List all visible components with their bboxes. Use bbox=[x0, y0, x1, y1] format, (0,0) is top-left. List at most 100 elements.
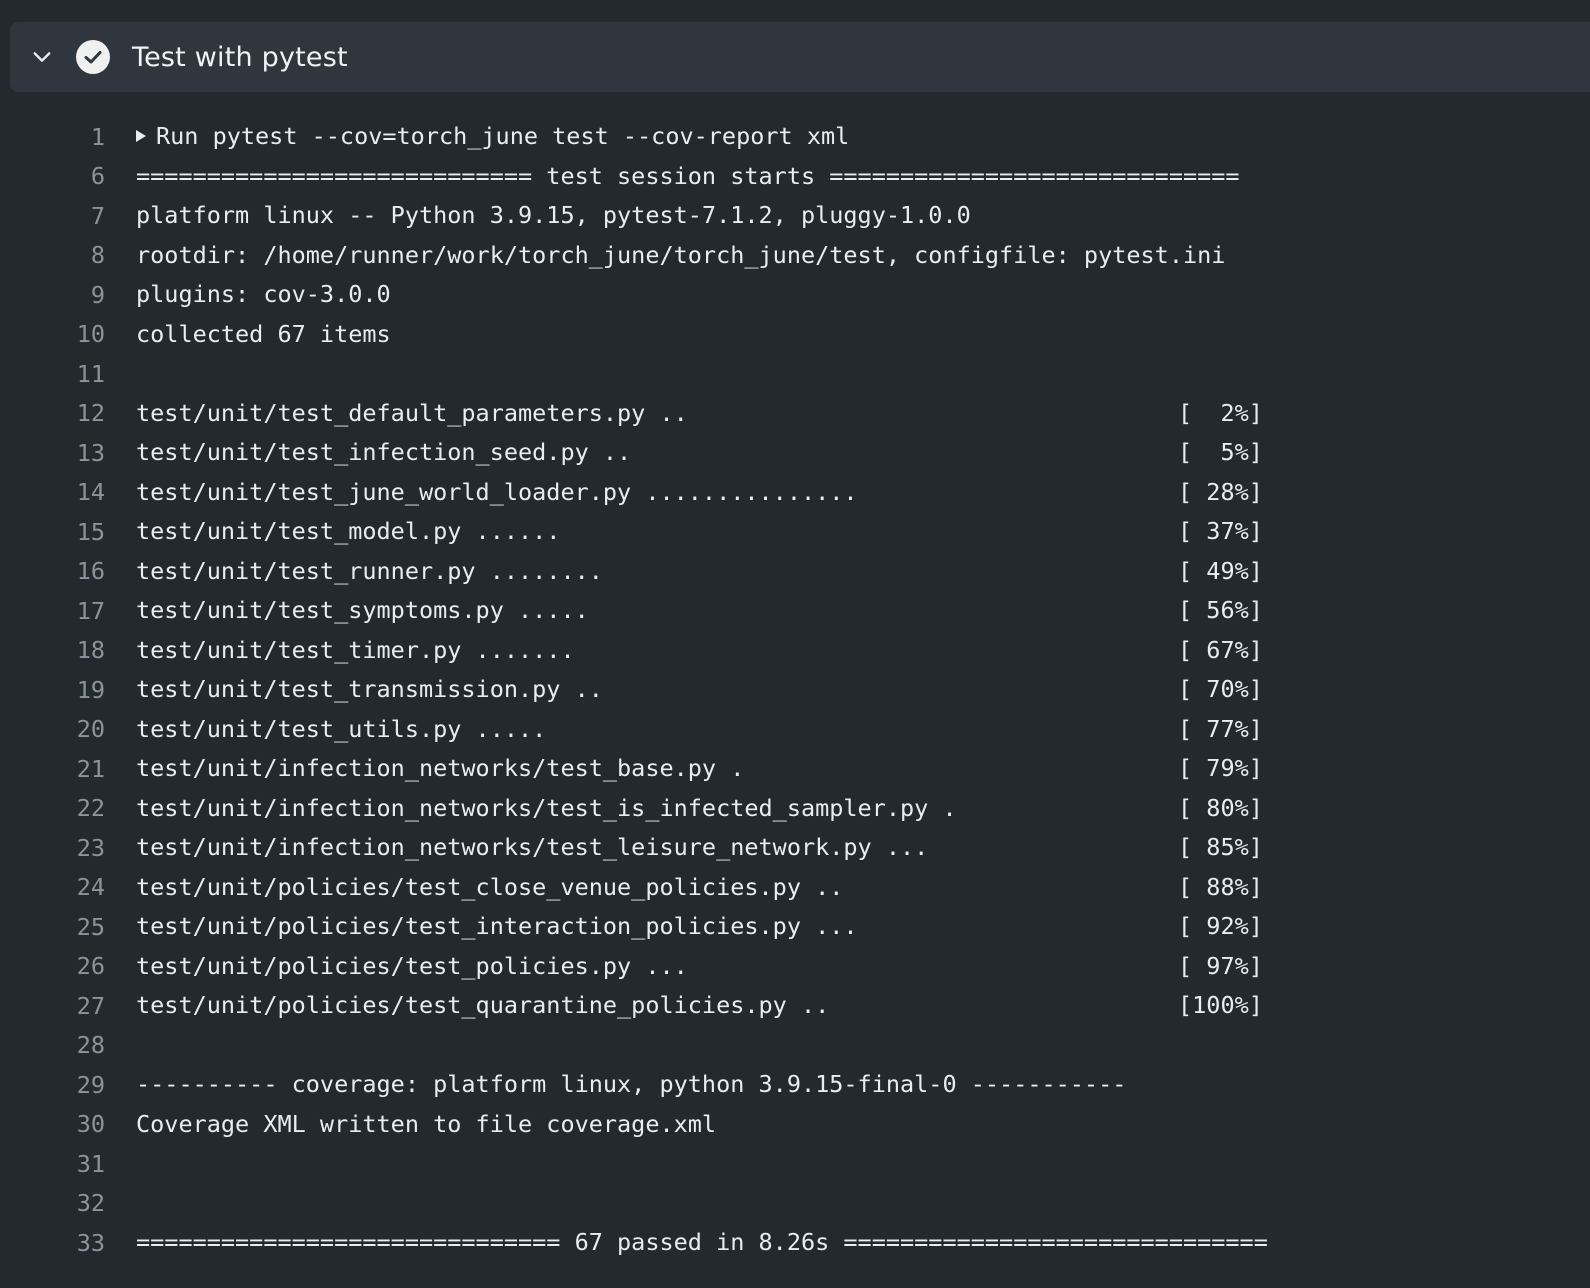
log-line-content: test/unit/infection_networks/test_is_inf… bbox=[136, 789, 1416, 829]
line-number[interactable]: 23 bbox=[0, 834, 105, 862]
log-line-text: collected 67 items bbox=[136, 319, 391, 348]
expand-triangle-icon[interactable] bbox=[136, 129, 146, 142]
check-circle-icon bbox=[76, 40, 110, 74]
progress-percent: [ 85%] bbox=[1178, 833, 1263, 861]
line-number[interactable]: 14 bbox=[0, 478, 105, 506]
log-line-text: test/unit/infection_networks/test_base.p… bbox=[136, 754, 745, 782]
log-line-text: test/unit/test_model.py ...... bbox=[136, 517, 561, 545]
log-line-text: test/unit/policies/test_interaction_poli… bbox=[136, 912, 858, 940]
line-number[interactable]: 15 bbox=[0, 518, 105, 546]
line-number[interactable]: 6 bbox=[0, 162, 105, 190]
log-line: 33 ============================== 67 pass… bbox=[0, 1223, 1590, 1263]
log-line-content bbox=[136, 1144, 1416, 1184]
log-line: 29 ---------- coverage: platform linux, p… bbox=[0, 1065, 1590, 1105]
line-number[interactable]: 22 bbox=[0, 794, 105, 822]
line-number[interactable]: 16 bbox=[0, 557, 105, 585]
log-line: 13 test/unit/test_infection_seed.py .. [ 5… bbox=[0, 433, 1590, 473]
progress-percent: [ 67%] bbox=[1178, 635, 1263, 664]
log-line-content: test/unit/policies/test_close_venue_poli… bbox=[136, 868, 1416, 908]
log-line: 30 Coverage XML written to file coverage.… bbox=[0, 1105, 1590, 1145]
log-line-content: platform linux -- Python 3.9.15, pytest-… bbox=[136, 196, 1416, 236]
log-line-text: rootdir: /home/runner/work/torch_june/to… bbox=[136, 240, 1226, 269]
log-line-text: ============================ test sessio… bbox=[136, 161, 1240, 190]
log-line-content: test/unit/test_timer.py ....... [ 67%] bbox=[136, 631, 1416, 671]
progress-percent: [ 49%] bbox=[1178, 556, 1263, 585]
line-number[interactable]: 8 bbox=[0, 241, 105, 269]
log-line: 7 platform linux -- Python 3.9.15, pytest… bbox=[0, 196, 1590, 236]
log-line: 25 test/unit/policies/test_interaction_po… bbox=[0, 907, 1590, 947]
log-line-content: test/unit/test_model.py ...... [ 37%] bbox=[136, 512, 1416, 552]
log-line-content: test/unit/test_symptoms.py ..... [ 56%] bbox=[136, 591, 1416, 631]
step-header[interactable]: Test with pytest bbox=[10, 22, 1590, 92]
log-line-content: test/unit/test_june_world_loader.py ....… bbox=[136, 473, 1416, 513]
log-line-content: collected 67 items bbox=[136, 315, 1416, 355]
log-line-content: test/unit/policies/test_interaction_poli… bbox=[136, 907, 1416, 947]
line-number[interactable]: 7 bbox=[0, 202, 105, 230]
log-line-content: test/unit/test_runner.py ........ [ 49%] bbox=[136, 552, 1416, 592]
line-number[interactable]: 27 bbox=[0, 992, 105, 1020]
line-number[interactable]: 32 bbox=[0, 1189, 105, 1217]
progress-percent: [ 37%] bbox=[1178, 517, 1263, 545]
log-line-content bbox=[136, 1026, 1416, 1066]
line-number[interactable]: 25 bbox=[0, 913, 105, 941]
line-number[interactable]: 33 bbox=[0, 1229, 105, 1257]
log-line-content: test/unit/policies/test_quarantine_polic… bbox=[136, 986, 1416, 1026]
log-line-content: ---------- coverage: platform linux, pyt… bbox=[136, 1065, 1416, 1105]
line-number[interactable]: 10 bbox=[0, 320, 105, 348]
line-number[interactable]: 19 bbox=[0, 676, 105, 704]
log-line-text: test/unit/policies/test_close_venue_poli… bbox=[136, 872, 844, 901]
line-number[interactable]: 29 bbox=[0, 1071, 105, 1099]
log-line-text: Run pytest --cov=torch_june test --cov-r… bbox=[156, 122, 850, 150]
progress-percent: [ 79%] bbox=[1178, 754, 1263, 782]
progress-percent: [ 56%] bbox=[1178, 596, 1263, 624]
log-line-text: test/unit/policies/test_policies.py ... bbox=[136, 951, 688, 980]
log-line-text: test/unit/test_symptoms.py ..... bbox=[136, 596, 589, 624]
line-number[interactable]: 28 bbox=[0, 1031, 105, 1059]
log-line-text: test/unit/test_default_parameters.py .. bbox=[136, 398, 688, 427]
progress-percent: [ 80%] bbox=[1178, 793, 1263, 822]
step-title: Test with pytest bbox=[132, 41, 348, 73]
log-line: 27 test/unit/policies/test_quarantine_pol… bbox=[0, 986, 1590, 1026]
log-line: 11 bbox=[0, 354, 1590, 394]
progress-percent: [ 70%] bbox=[1178, 675, 1263, 703]
log-line: 20 test/unit/test_utils.py ..... [ 77%] bbox=[0, 710, 1590, 750]
line-number[interactable]: 12 bbox=[0, 399, 105, 427]
line-number[interactable]: 20 bbox=[0, 715, 105, 743]
progress-percent: [ 5%] bbox=[1178, 438, 1263, 466]
log-line: 19 test/unit/test_transmission.py .. [ 70%… bbox=[0, 670, 1590, 710]
log-line-text: test/unit/test_june_world_loader.py ....… bbox=[136, 477, 858, 506]
progress-percent: [ 77%] bbox=[1178, 714, 1263, 743]
chevron-down-icon[interactable] bbox=[32, 47, 52, 67]
log-line-text: ============================== 67 passed… bbox=[136, 1228, 1268, 1256]
log-line-text: test/unit/infection_networks/test_leisur… bbox=[136, 833, 929, 861]
log-line: 23 test/unit/infection_networks/test_leis… bbox=[0, 828, 1590, 868]
log-line: 8 rootdir: /home/runner/work/torch_june/t… bbox=[0, 236, 1590, 276]
line-number[interactable]: 11 bbox=[0, 360, 105, 388]
line-number[interactable]: 17 bbox=[0, 597, 105, 625]
log-line: 21 test/unit/infection_networks/test_base… bbox=[0, 749, 1590, 789]
progress-percent: [ 28%] bbox=[1178, 477, 1263, 506]
line-number[interactable]: 1 bbox=[0, 123, 105, 151]
log-line: 15 test/unit/test_model.py ...... [ 37%] bbox=[0, 512, 1590, 552]
log-line: 1 Run pytest --cov=torch_june test --cov-… bbox=[0, 117, 1590, 157]
log-line: 10 collected 67 items bbox=[0, 315, 1590, 355]
log-line-text: test/unit/test_infection_seed.py .. bbox=[136, 438, 632, 466]
log-output: 1 Run pytest --cov=torch_june test --cov-… bbox=[0, 117, 1590, 1263]
line-number[interactable]: 13 bbox=[0, 439, 105, 467]
line-number[interactable]: 18 bbox=[0, 636, 105, 664]
log-line: 22 test/unit/infection_networks/test_is_i… bbox=[0, 789, 1590, 829]
line-number[interactable]: 31 bbox=[0, 1150, 105, 1178]
log-line: 18 test/unit/test_timer.py ....... [ 67%] bbox=[0, 631, 1590, 671]
log-line-content: test/unit/test_utils.py ..... [ 77%] bbox=[136, 710, 1416, 750]
log-line-content: test/unit/test_default_parameters.py .. [… bbox=[136, 394, 1416, 434]
log-line-content[interactable]: Run pytest --cov=torch_june test --cov-r… bbox=[136, 117, 1416, 157]
line-number[interactable]: 30 bbox=[0, 1110, 105, 1138]
log-line-content: ============================ test sessio… bbox=[136, 157, 1416, 197]
line-number[interactable]: 26 bbox=[0, 952, 105, 980]
line-number[interactable]: 21 bbox=[0, 755, 105, 783]
log-line-text: test/unit/test_utils.py ..... bbox=[136, 714, 547, 743]
line-number[interactable]: 24 bbox=[0, 873, 105, 901]
log-line: 32 bbox=[0, 1184, 1590, 1224]
line-number[interactable]: 9 bbox=[0, 281, 105, 309]
log-line-content: rootdir: /home/runner/work/torch_june/to… bbox=[136, 236, 1416, 276]
